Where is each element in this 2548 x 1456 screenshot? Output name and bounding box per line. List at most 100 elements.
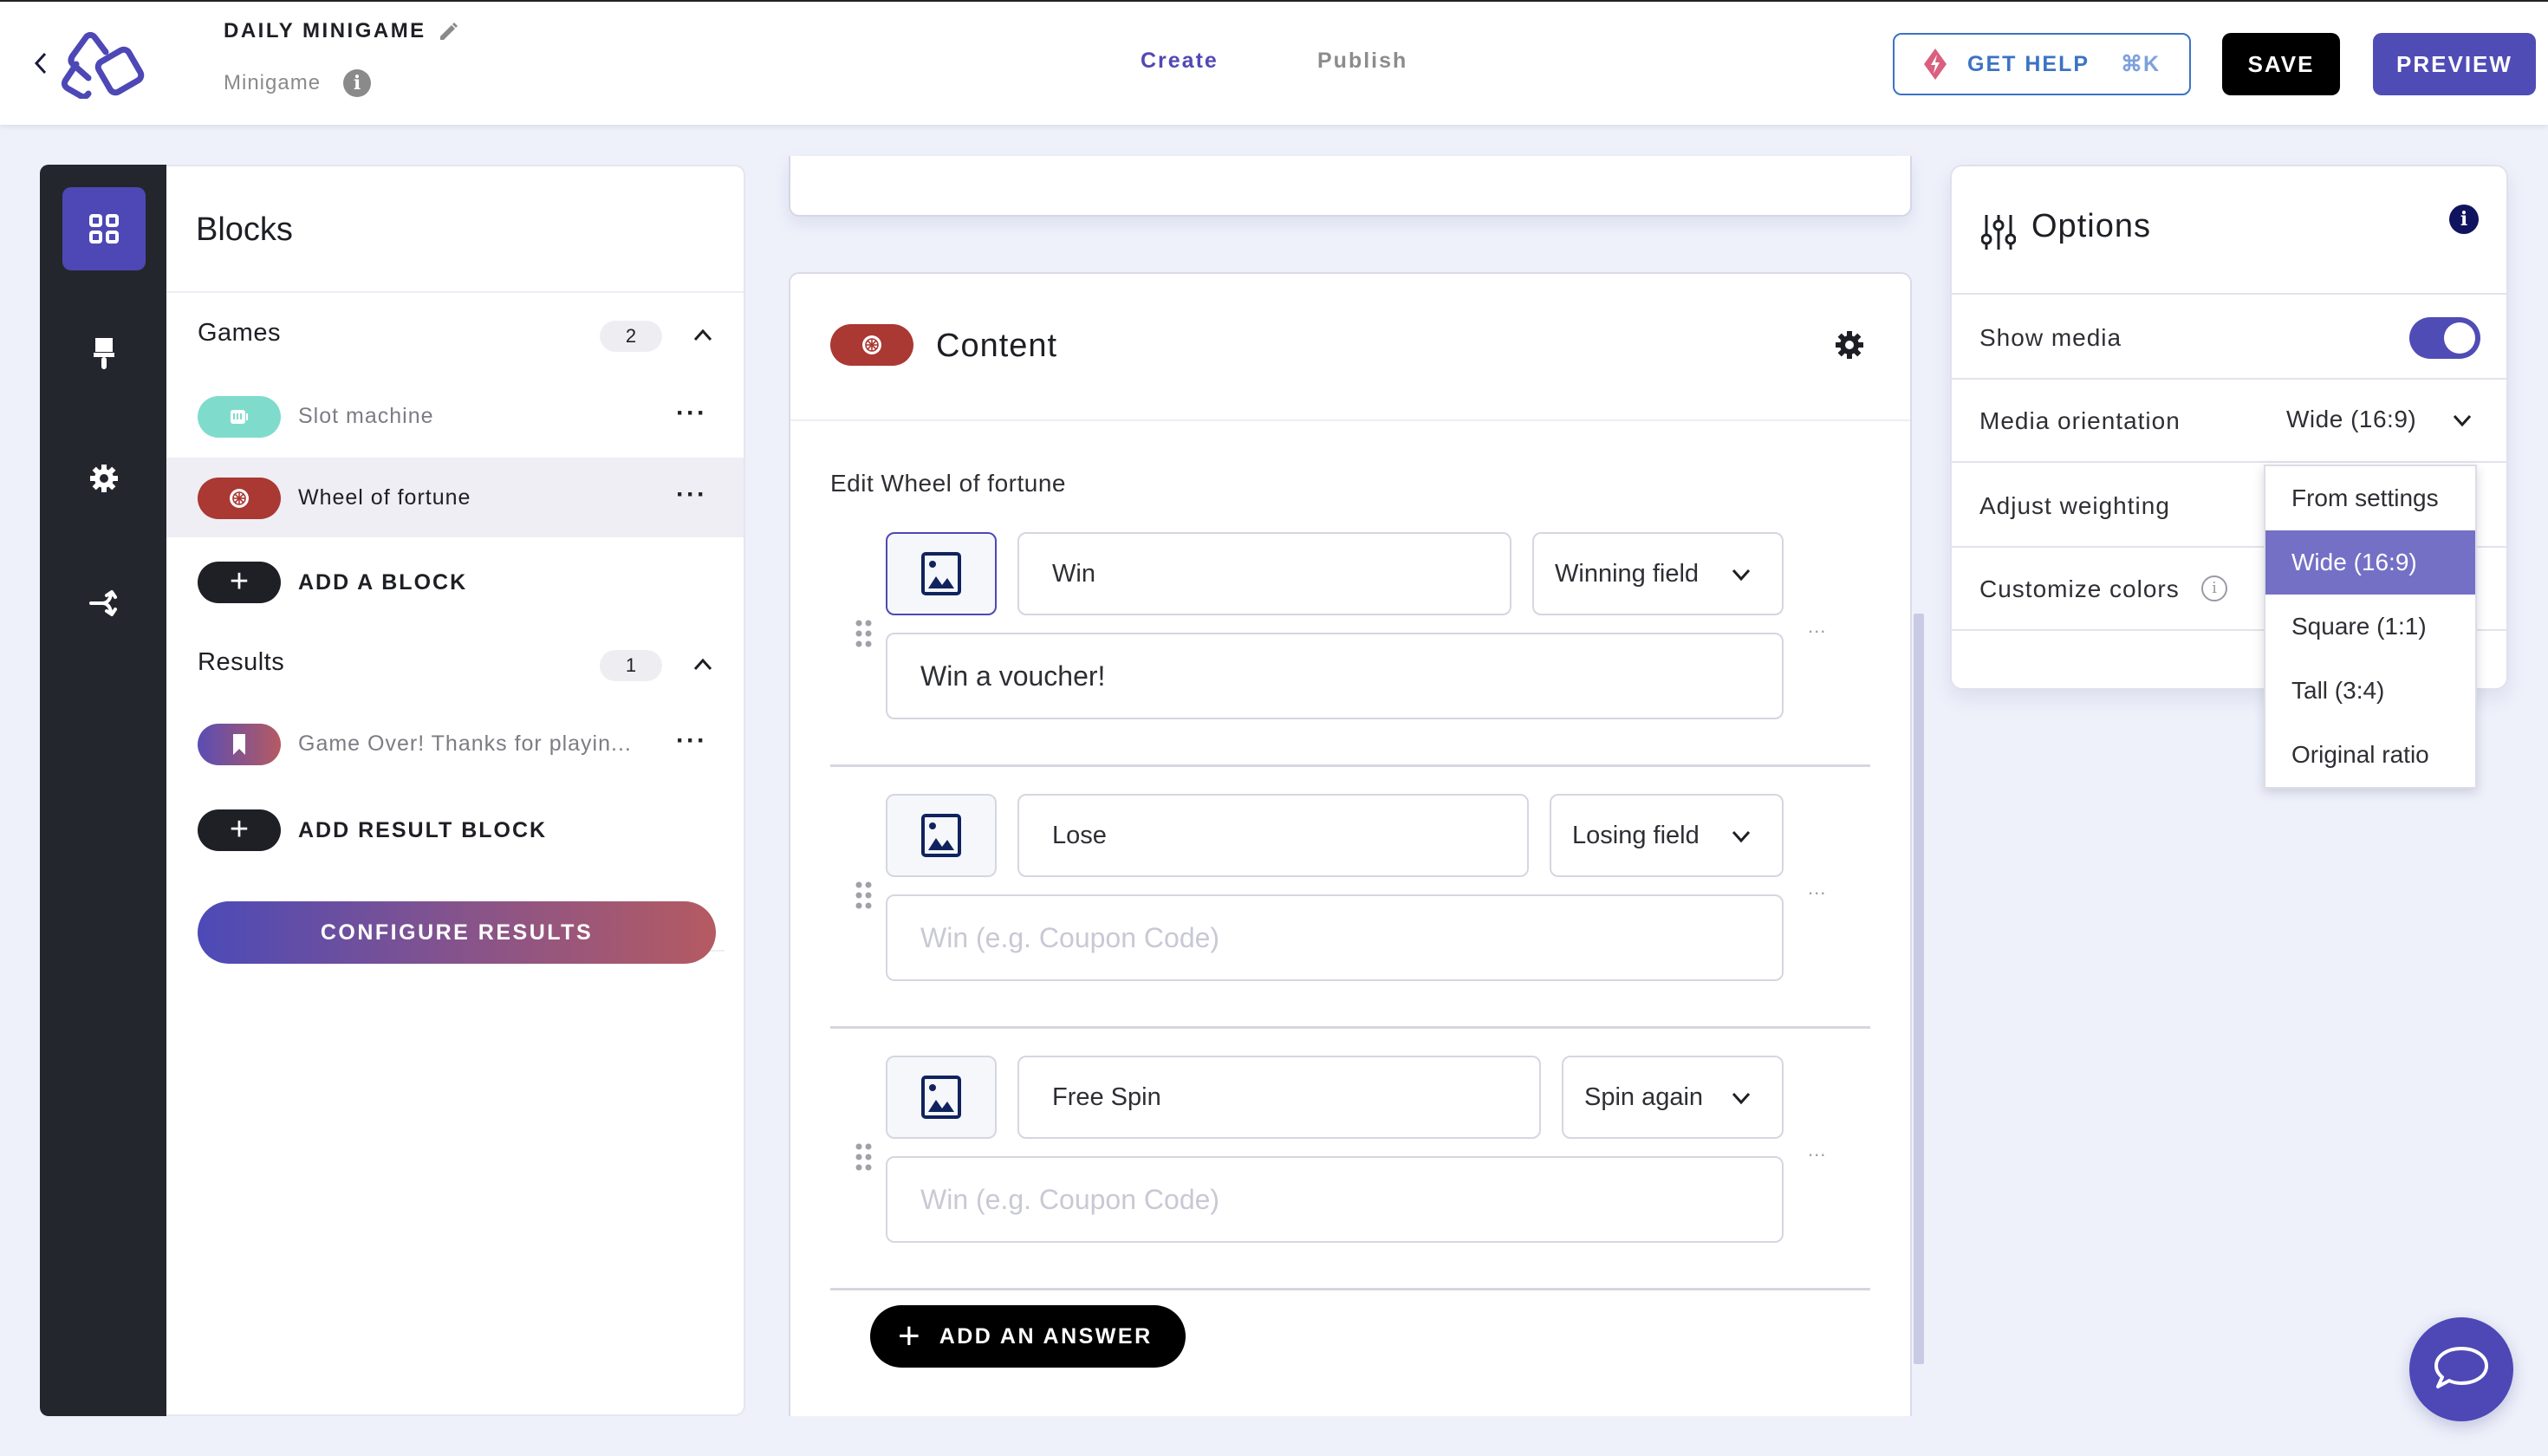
add-result-block-button[interactable]: + ADD RESULT BLOCK (198, 809, 547, 851)
content-card: Content Edit Wheel of fortune Win Winnin… (789, 272, 1912, 1416)
dropdown-option-selected[interactable]: Wide (16:9) (2265, 530, 2475, 595)
orientation-dropdown-menu: From settings Wide (16:9) Square (1:1) T… (2264, 465, 2477, 789)
chevron-down-icon (1732, 830, 1751, 843)
save-button[interactable]: SAVE (2222, 33, 2340, 95)
block-label: Wheel of fortune (298, 485, 471, 510)
toggle-knob (2444, 322, 2475, 354)
divider (1952, 378, 2506, 380)
info-icon[interactable]: i (2449, 205, 2479, 234)
divider (790, 419, 1910, 421)
answer-type-value: Winning field (1555, 560, 1700, 588)
rail-item-blocks[interactable] (62, 187, 146, 270)
games-section-label: Games (198, 319, 281, 347)
configure-results-button[interactable]: CONFIGURE RESULTS (198, 901, 716, 964)
tab-create[interactable]: Create (1141, 49, 1219, 74)
preview-button[interactable]: PREVIEW (2373, 33, 2536, 95)
answer-name-input[interactable]: Lose (1017, 794, 1529, 877)
content-scrollbar[interactable] (1914, 614, 1924, 1364)
pencil-icon[interactable] (437, 19, 459, 42)
customize-colors-label[interactable]: Customize colors (1979, 575, 2180, 603)
prize-input[interactable]: Win a voucher! (886, 633, 1784, 719)
dropdown-option[interactable]: Tall (3:4) (2265, 659, 2475, 723)
gear-icon[interactable] (1834, 329, 1865, 361)
games-count-badge: 2 (600, 321, 662, 352)
back-button[interactable] (31, 50, 50, 76)
add-image-button[interactable] (886, 1056, 997, 1139)
divider (830, 764, 1870, 767)
prize-input[interactable]: Win (e.g. Coupon Code) (886, 894, 1784, 981)
info-icon[interactable]: i (343, 69, 371, 97)
image-icon (921, 1076, 961, 1119)
show-media-toggle[interactable] (2409, 317, 2480, 359)
add-image-button[interactable] (886, 532, 997, 615)
chevron-up-icon[interactable] (692, 653, 714, 676)
more-options-icon[interactable]: ... (1808, 615, 1826, 638)
add-block-label: ADD A BLOCK (298, 569, 468, 595)
more-options-icon[interactable]: ··· (676, 399, 707, 428)
divider (1952, 293, 2506, 295)
answer-name-input[interactable]: Free Spin (1017, 1056, 1541, 1139)
result-item-game-over[interactable]: Game Over! Thanks for playin... ··· (166, 704, 744, 783)
more-options-icon[interactable]: ··· (676, 480, 707, 510)
block-pill (198, 724, 281, 765)
chat-bubble-icon (2434, 1347, 2488, 1388)
rail-item-flow[interactable] (62, 562, 146, 645)
drag-handle-icon[interactable] (855, 1142, 874, 1172)
divider (1952, 461, 2506, 463)
chevron-up-icon[interactable] (692, 324, 714, 347)
divider (830, 1288, 1870, 1290)
answer-type-select[interactable]: Losing field (1550, 794, 1784, 877)
sliders-icon (1981, 215, 2016, 250)
add-answer-label: ADD AN ANSWER (939, 1323, 1153, 1349)
more-options-icon[interactable]: ··· (676, 726, 707, 756)
project-title[interactable]: DAILY MINIGAME (224, 19, 426, 43)
answer-row: Free Spin Spin again Win (e.g. Coupon Co… (790, 1056, 1910, 1316)
block-item-slot-machine[interactable]: Slot machine ··· (166, 376, 744, 456)
results-count-badge: 1 (600, 650, 662, 681)
plus-icon: + (898, 1315, 920, 1357)
rail-item-design[interactable] (62, 312, 146, 395)
blocks-grid-icon (89, 214, 119, 244)
more-options-icon[interactable]: ... (1808, 1139, 1826, 1161)
add-answer-button[interactable]: + ADD AN ANSWER (870, 1305, 1186, 1368)
divider (830, 1026, 1870, 1029)
adjust-weighting-label[interactable]: Adjust weighting (1979, 492, 2170, 520)
blocks-title: Blocks (196, 211, 293, 248)
chat-button[interactable] (2409, 1317, 2513, 1421)
options-title: Options (2031, 208, 2151, 244)
show-media-label: Show media (1979, 324, 2122, 351)
add-block-button[interactable]: + ADD A BLOCK (198, 562, 467, 603)
dropdown-option[interactable]: From settings (2265, 466, 2475, 530)
chevron-down-icon[interactable] (2451, 409, 2473, 432)
chevron-left-icon (34, 52, 47, 75)
rail-item-settings[interactable] (62, 437, 146, 520)
media-orientation-label: Media orientation (1979, 407, 2181, 434)
prize-input[interactable]: Win (e.g. Coupon Code) (886, 1156, 1784, 1243)
answer-type-select[interactable]: Spin again (1562, 1056, 1784, 1139)
add-result-block-label: ADD RESULT BLOCK (298, 817, 548, 842)
answer-type-select[interactable]: Winning field (1532, 532, 1784, 615)
drag-handle-icon[interactable] (855, 881, 874, 910)
dropdown-option[interactable]: Square (1:1) (2265, 595, 2475, 659)
shortcut-hint: ⌘K (2121, 52, 2161, 76)
chevron-down-icon (1732, 569, 1751, 582)
get-help-label: GET HELP (1967, 51, 2090, 76)
lightning-icon (1924, 49, 1947, 80)
image-icon (921, 552, 961, 595)
more-options-icon[interactable]: ... (1808, 877, 1826, 900)
block-label: Slot machine (298, 404, 434, 428)
drag-handle-icon[interactable] (855, 619, 874, 648)
dropdown-option[interactable]: Original ratio (2265, 723, 2475, 787)
info-outline-icon[interactable]: i (2201, 575, 2227, 601)
get-help-button[interactable]: GET HELP ⌘K (1893, 33, 2191, 95)
media-orientation-select[interactable]: Wide (16:9) (2286, 406, 2416, 433)
block-label: Game Over! Thanks for playin... (298, 731, 632, 756)
app-logo (61, 31, 145, 99)
answer-type-value: Spin again (1584, 1083, 1704, 1111)
results-section-label: Results (198, 648, 285, 676)
tab-publish[interactable]: Publish (1317, 49, 1407, 74)
block-item-wheel-of-fortune[interactable]: Wheel of fortune ··· (166, 458, 744, 537)
add-image-button[interactable] (886, 794, 997, 877)
answer-name-input[interactable]: Win (1017, 532, 1511, 615)
divider (166, 291, 744, 293)
